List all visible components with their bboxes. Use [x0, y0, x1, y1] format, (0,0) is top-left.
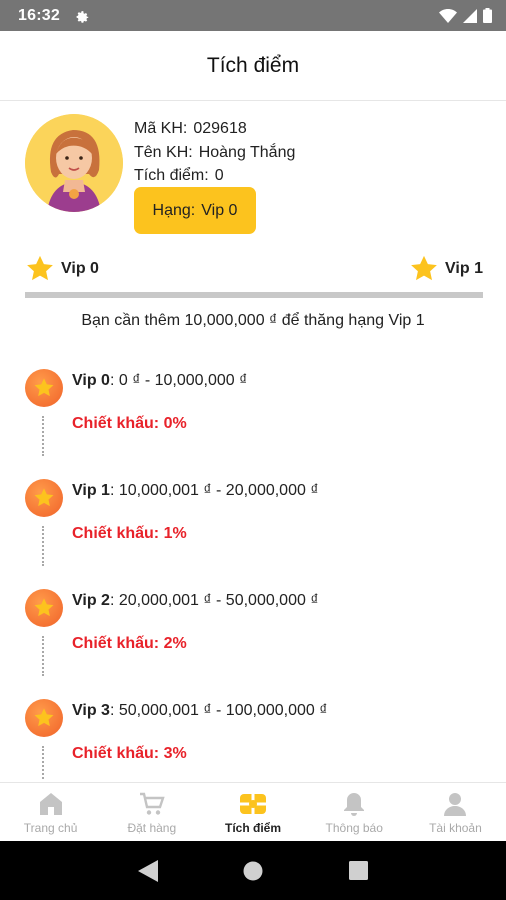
back-icon[interactable]: [137, 859, 158, 882]
battery-icon: [483, 8, 492, 23]
star-icon: [27, 255, 53, 281]
tier-discount: Chiết khấu: 3%: [72, 745, 187, 762]
tier-item: Vip 1: 10,000,001 ₫ - 20,000,000 ₫ Chiết…: [25, 474, 485, 584]
customer-code-row: Mã KH: 029618: [134, 117, 295, 141]
nav-label: Tài khoản: [429, 821, 482, 835]
tier-name: Vip 2: [72, 592, 110, 609]
customer-code-label: Mã KH:: [134, 120, 188, 137]
timeline-divider: [42, 636, 44, 676]
tier-range-value: : 50,000,001 ₫ - 100,000,000 ₫: [109, 702, 328, 719]
upgrade-message: Bạn cần thêm 10,000,000 ₫ để thăng hạng …: [81, 312, 425, 329]
gear-icon: [76, 10, 89, 23]
nav-item-notifications[interactable]: Thông báo: [304, 783, 405, 841]
cart-icon: [139, 792, 165, 815]
page-title: Tích điểm: [206, 53, 300, 77]
tier-discount: Chiết khấu: 0%: [72, 415, 187, 432]
profile-card: Mã KH: 029618 Tên KH: Hoàng Thắng Tích điể…: [25, 114, 485, 239]
timeline-divider: [42, 526, 44, 566]
app-bar: Tích điểm: [0, 31, 506, 101]
points-label: Tích điểm:: [134, 167, 209, 184]
star-icon: [411, 255, 437, 281]
tier-range: Vip 0: 0 ₫ - 10,000,000 ₫: [72, 372, 247, 390]
customer-code-value: 029618: [193, 120, 247, 137]
tier-name: Vip 1: [72, 482, 110, 499]
home-icon: [39, 793, 62, 815]
tier-range: Vip 2: 20,000,001 ₫ - 50,000,000 ₫: [72, 592, 319, 610]
tier-star-icon: [25, 369, 63, 407]
avatar: [25, 114, 123, 212]
tier-list[interactable]: Vip 0: 0 ₫ - 10,000,000 ₫ Chiết khấu: 0%…: [25, 364, 485, 780]
points-row: Tích điểm: 0: [134, 164, 295, 188]
tier-star-icon: [25, 589, 63, 627]
tier-range-value: : 20,000,001 ₫ - 50,000,000 ₫: [109, 592, 319, 609]
bottom-nav: Trang chủ Đặt hàng Tích điểm Thông báo T…: [0, 782, 506, 841]
timeline-divider: [42, 416, 44, 456]
home-circle-icon[interactable]: [243, 861, 263, 881]
nav-item-points[interactable]: Tích điểm: [202, 783, 303, 841]
tier-range: Vip 1: 10,000,001 ₫ - 20,000,000 ₫: [72, 482, 319, 500]
system-nav-bar: [0, 841, 506, 900]
tier-name: Vip 3: [72, 702, 110, 719]
customer-info: Mã KH: 029618 Tên KH: Hoàng Thắng Tích điể…: [134, 117, 295, 188]
wifi-icon: [439, 8, 457, 23]
nav-item-home[interactable]: Trang chủ: [0, 783, 101, 841]
nav-label: Thông báo: [325, 821, 383, 835]
customer-name-label: Tên KH:: [134, 143, 193, 161]
nav-label: Tích điểm: [225, 821, 282, 835]
rank-progress-labels: Vip 0 Vip 1: [25, 254, 483, 286]
tier-name: Vip 0: [72, 372, 110, 389]
points-icon: [240, 794, 266, 814]
tier-range: Vip 3: 50,000,001 ₫ - 100,000,000 ₫: [72, 702, 327, 720]
status-time: 16:32: [18, 6, 60, 24]
customer-name-row: Tên KH: Hoàng Thắng: [134, 141, 295, 165]
next-rank-label: Vip 1: [445, 260, 483, 277]
account-icon: [444, 793, 467, 816]
rank-label: Hạng:: [152, 201, 196, 219]
rank-value: Vip 0: [201, 201, 238, 219]
tier-range-value: : 10,000,001 ₫ - 20,000,000 ₫: [109, 482, 319, 499]
tier-item: Vip 0: 0 ₫ - 10,000,000 ₫ Chiết khấu: 0%: [25, 364, 485, 474]
tier-star-icon: [25, 699, 63, 737]
tier-item: Vip 2: 20,000,001 ₫ - 50,000,000 ₫ Chiết…: [25, 584, 485, 694]
tier-range-value: : 0 ₫ - 10,000,000 ₫: [109, 372, 248, 389]
nav-item-order[interactable]: Đặt hàng: [101, 783, 202, 841]
bell-icon: [344, 793, 365, 816]
nav-label: Đặt hàng: [127, 821, 177, 835]
timeline-divider: [42, 746, 44, 780]
recents-icon[interactable]: [349, 861, 369, 880]
status-bar: 16:32: [0, 0, 506, 31]
tier-item: Vip 3: 50,000,001 ₫ - 100,000,000 ₫ Chiế…: [25, 694, 485, 780]
tier-discount: Chiết khấu: 2%: [72, 635, 187, 652]
points-value: 0: [214, 167, 224, 184]
rank-badge: Hạng: Vip 0: [134, 187, 256, 234]
tier-star-icon: [25, 479, 63, 517]
nav-item-account[interactable]: Tài khoản: [405, 783, 506, 841]
current-rank-label: Vip 0: [61, 260, 99, 277]
tier-discount: Chiết khấu: 1%: [72, 525, 187, 542]
rank-progress-bar: [25, 292, 483, 298]
customer-name-value: Hoàng Thắng: [198, 143, 296, 161]
nav-label: Trang chủ: [23, 821, 78, 835]
signal-icon: [463, 8, 477, 23]
